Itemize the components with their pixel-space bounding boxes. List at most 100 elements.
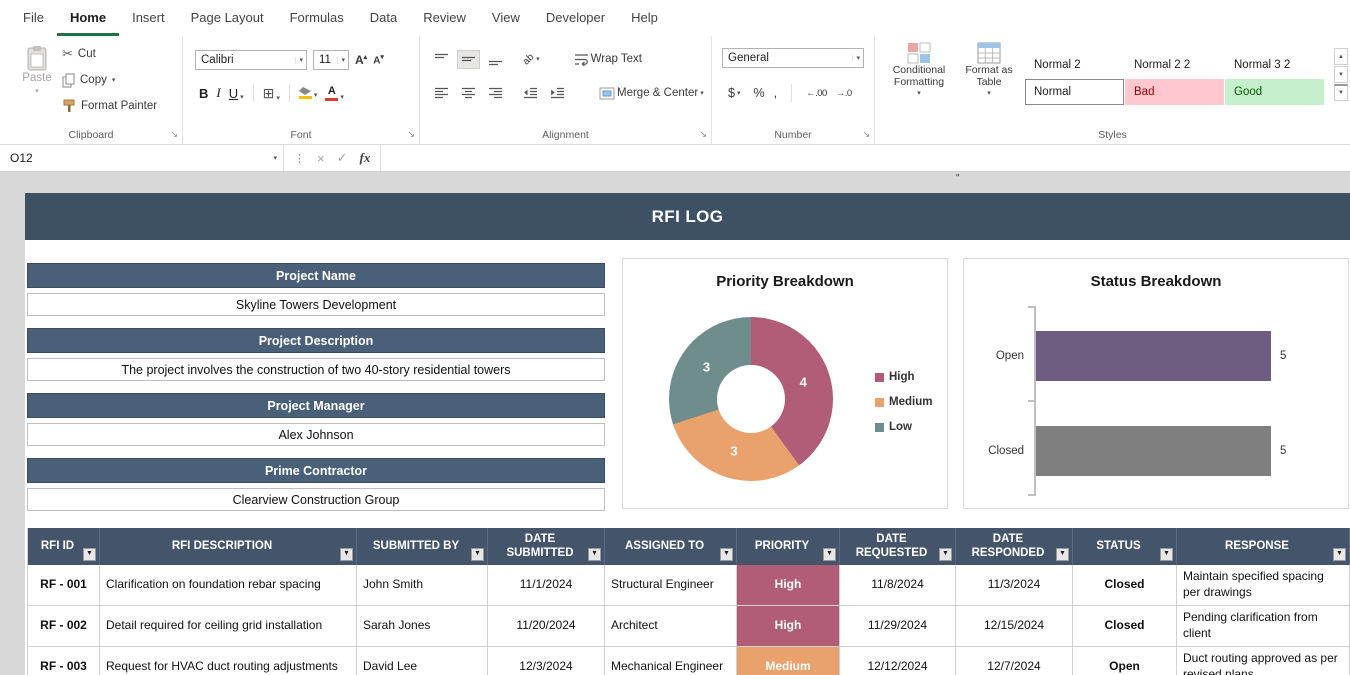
style-chip-normal-3-2[interactable]: Normal 3 2: [1225, 52, 1324, 78]
clipboard-dialog-launcher[interactable]: ↘: [170, 129, 178, 140]
cell-assigned_to[interactable]: Architect: [605, 606, 737, 647]
cell-description[interactable]: Request for HVAC duct routing adjustment…: [100, 647, 357, 675]
style-chip-normal-2[interactable]: Normal 2: [1025, 52, 1124, 78]
paste-dropdown-arrow[interactable]: ▾: [35, 88, 39, 95]
cell-id[interactable]: RF - 002: [27, 606, 100, 647]
font-color-button[interactable]: A ▾: [321, 85, 348, 102]
sheet-title-banner[interactable]: RFI LOG: [25, 193, 1350, 240]
cell-status[interactable]: Open: [1073, 647, 1177, 675]
gallery-scroll-up-button[interactable]: ▲: [1334, 48, 1348, 65]
field-value-cell[interactable]: Alex Johnson: [27, 423, 605, 446]
cut-button[interactable]: ✂ Cut: [62, 44, 96, 64]
filter-button[interactable]: ▼: [340, 548, 353, 561]
cell-submitted_by[interactable]: Sarah Jones: [357, 606, 488, 647]
gallery-more-button[interactable]: ▼: [1334, 84, 1348, 101]
cell-status[interactable]: Closed: [1073, 606, 1177, 647]
cell-date_responded[interactable]: 12/7/2024: [956, 647, 1073, 675]
filter-button[interactable]: ▼: [720, 548, 733, 561]
filter-button[interactable]: ▼: [588, 548, 601, 561]
cell-priority[interactable]: High: [737, 565, 840, 606]
cell-assigned_to[interactable]: Mechanical Engineer: [605, 647, 737, 675]
filter-button[interactable]: ▼: [471, 548, 484, 561]
number-format-dropdown-arrow[interactable]: ▾: [852, 54, 860, 62]
cell-date_submitted[interactable]: 12/3/2024: [488, 647, 605, 675]
style-chip-bad[interactable]: Bad: [1125, 79, 1224, 105]
cell-status[interactable]: Closed: [1073, 565, 1177, 606]
enter-icon[interactable]: ✓: [337, 150, 348, 166]
legend-item[interactable]: Low: [875, 421, 932, 433]
cell-date_requested[interactable]: 11/29/2024: [840, 606, 956, 647]
cell-response[interactable]: Pending clarification from client: [1177, 606, 1350, 647]
cell-date_responded[interactable]: 12/15/2024: [956, 606, 1073, 647]
grow-font-button[interactable]: A▴: [355, 53, 367, 67]
align-center-button[interactable]: [457, 84, 480, 103]
cell-priority[interactable]: High: [737, 606, 840, 647]
borders-button[interactable]: ⊞ ▾: [259, 84, 284, 103]
number-dialog-launcher[interactable]: ↘: [862, 129, 870, 140]
format-as-table-dropdown-arrow[interactable]: ▾: [957, 90, 1021, 97]
align-top-button[interactable]: [430, 50, 453, 69]
priority-donut[interactable]: 4 3 3: [669, 317, 833, 481]
status-bar-open[interactable]: [1036, 331, 1271, 381]
cancel-icon[interactable]: ×: [317, 151, 325, 166]
wrap-text-button[interactable]: Wrap Text: [570, 50, 646, 69]
cell-description[interactable]: Detail required for ceiling grid install…: [100, 606, 357, 647]
legend-item[interactable]: High: [875, 371, 932, 383]
name-box-dropdown-arrow[interactable]: ▾: [273, 155, 277, 162]
style-chip-normal[interactable]: Normal: [1025, 79, 1124, 105]
align-right-button[interactable]: [484, 84, 507, 103]
style-chip-good[interactable]: Good: [1225, 79, 1324, 105]
insert-function-icon[interactable]: fx: [360, 150, 371, 166]
cell-id[interactable]: RF - 001: [27, 565, 100, 606]
fill-color-button[interactable]: ▾: [295, 86, 322, 100]
gallery-scroll-down-button[interactable]: ▼: [1334, 66, 1348, 83]
merge-center-button[interactable]: Merge & Center ▾: [595, 84, 708, 103]
menu-tab-home[interactable]: Home: [56, 1, 120, 36]
field-value-cell[interactable]: Clearview Construction Group: [27, 488, 605, 511]
font-size-combo[interactable]: 11 ▾: [313, 50, 349, 70]
menu-tab-data[interactable]: Data: [357, 1, 410, 36]
cell-date_submitted[interactable]: 11/1/2024: [488, 565, 605, 606]
font-name-combo[interactable]: Calibri ▾: [195, 50, 307, 70]
percent-style-button[interactable]: %: [753, 86, 764, 100]
align-left-button[interactable]: [430, 84, 453, 103]
status-bar-closed[interactable]: [1036, 426, 1271, 476]
align-bottom-button[interactable]: [484, 50, 507, 69]
orientation-button[interactable]: ab ▾: [519, 51, 544, 68]
alignment-dialog-launcher[interactable]: ↘: [699, 129, 707, 140]
fill-color-dropdown-arrow[interactable]: ▾: [314, 92, 318, 99]
cell-submitted_by[interactable]: John Smith: [357, 565, 488, 606]
cell-response[interactable]: Duct routing approved as per revised pla…: [1177, 647, 1350, 675]
menu-tab-file[interactable]: File: [10, 1, 57, 36]
legend-item[interactable]: Medium: [875, 396, 932, 408]
filter-button[interactable]: ▼: [1160, 548, 1173, 561]
copy-button[interactable]: Copy ▾: [62, 70, 115, 90]
cell-assigned_to[interactable]: Structural Engineer: [605, 565, 737, 606]
menu-tab-formulas[interactable]: Formulas: [277, 1, 357, 36]
filter-button[interactable]: ▼: [1056, 548, 1069, 561]
font-size-dropdown-arrow[interactable]: ▾: [337, 56, 345, 64]
font-dialog-launcher[interactable]: ↘: [407, 129, 415, 140]
filter-button[interactable]: ▼: [823, 548, 836, 561]
paste-button[interactable]: Paste ▾: [14, 44, 60, 96]
cell-date_submitted[interactable]: 11/20/2024: [488, 606, 605, 647]
underline-button[interactable]: U ▾: [225, 85, 248, 102]
formula-input[interactable]: [380, 145, 1350, 171]
font-color-dropdown-arrow[interactable]: ▾: [340, 94, 344, 101]
filter-button[interactable]: ▼: [939, 548, 952, 561]
cell-date_responded[interactable]: 11/3/2024: [956, 565, 1073, 606]
decrease-indent-button[interactable]: [519, 84, 542, 103]
comma-style-button[interactable]: ,: [774, 86, 777, 100]
font-name-dropdown-arrow[interactable]: ▾: [295, 56, 303, 64]
format-as-table-button[interactable]: Format as Table ▾: [957, 42, 1021, 97]
status-chart[interactable]: Status Breakdown Open 5 Closed 5: [963, 258, 1349, 509]
accounting-dropdown-arrow[interactable]: ▾: [737, 90, 741, 97]
menu-tab-help[interactable]: Help: [618, 1, 671, 36]
name-box[interactable]: O12 ▾: [0, 145, 284, 171]
cell-submitted_by[interactable]: David Lee: [357, 647, 488, 675]
merge-center-dropdown-arrow[interactable]: ▾: [700, 90, 704, 97]
align-middle-button[interactable]: [457, 49, 480, 69]
conditional-formatting-dropdown-arrow[interactable]: ▾: [887, 90, 951, 97]
italic-button[interactable]: I: [212, 84, 224, 102]
decrease-decimal-button[interactable]: →.0: [836, 88, 852, 99]
